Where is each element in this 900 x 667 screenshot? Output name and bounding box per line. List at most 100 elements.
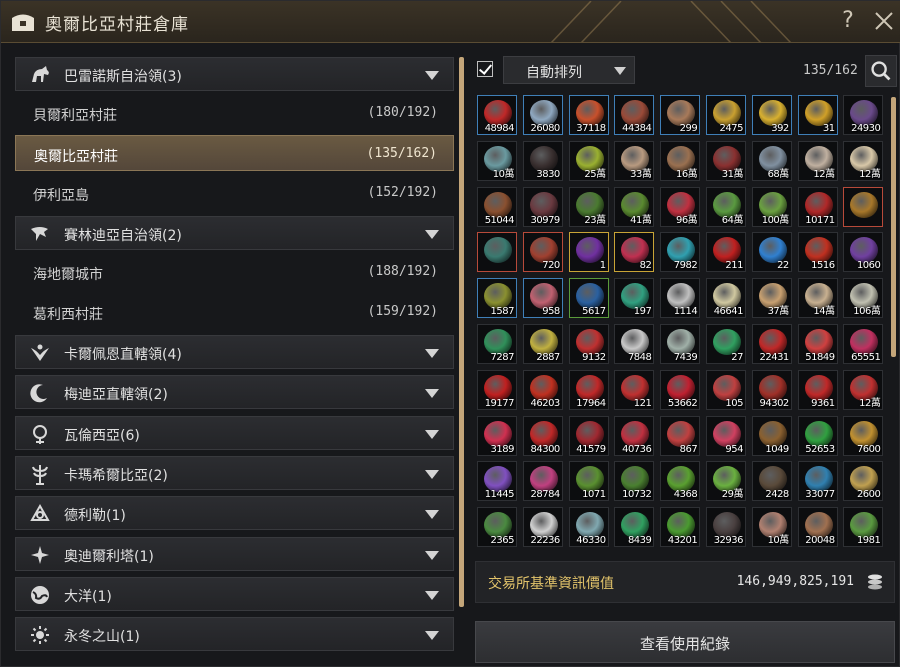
item-slot[interactable]: 720	[522, 232, 563, 273]
item-slot[interactable]: 7982	[660, 232, 701, 273]
item-slot[interactable]: 197	[614, 278, 655, 319]
item-slot[interactable]: 25萬	[568, 140, 609, 181]
item-slot[interactable]: 46330	[568, 507, 609, 548]
item-slot[interactable]: 64萬	[706, 186, 746, 227]
item-slot[interactable]: 12萬	[843, 369, 884, 410]
item-grid-scrollbar[interactable]	[891, 97, 896, 357]
item-slot[interactable]: 5617	[568, 278, 609, 319]
item-slot[interactable]: 41萬	[614, 186, 655, 227]
item-slot[interactable]: 48984	[477, 95, 517, 135]
item-slot[interactable]: 22236	[522, 507, 563, 548]
item-slot[interactable]: 958	[522, 278, 563, 319]
item-slot[interactable]: 1049	[751, 415, 792, 456]
item-slot[interactable]: 33萬	[614, 140, 655, 181]
item-slot[interactable]: 84300	[522, 415, 563, 456]
item-slot[interactable]: 33077	[797, 461, 838, 502]
item-slot[interactable]: 299	[660, 95, 701, 135]
item-slot[interactable]: 1587	[477, 278, 517, 319]
item-slot[interactable]: 211	[706, 232, 746, 273]
item-slot[interactable]	[843, 186, 884, 227]
region-header[interactable]: 永冬之山(1)	[15, 617, 454, 652]
item-slot[interactable]: 1	[568, 232, 609, 273]
item-slot[interactable]: 1060	[843, 232, 884, 273]
item-slot[interactable]: 82	[614, 232, 655, 273]
item-slot[interactable]: 52653	[797, 415, 838, 456]
item-slot[interactable]: 1071	[568, 461, 609, 502]
search-button[interactable]	[865, 55, 897, 87]
item-slot[interactable]: 1114	[660, 278, 701, 319]
region-header[interactable]: 卡瑪希爾比亞(2)	[15, 455, 454, 490]
town-item[interactable]: 葛利西村莊 (159/192)	[15, 294, 454, 330]
item-slot[interactable]: 7287	[477, 324, 517, 364]
item-slot[interactable]: 40736	[614, 415, 655, 456]
item-slot[interactable]: 9132	[568, 324, 609, 364]
item-slot[interactable]: 17964	[568, 369, 609, 410]
item-slot[interactable]: 10171	[797, 186, 838, 227]
region-header[interactable]: 賽林迪亞自治領(2)	[15, 216, 454, 250]
item-slot[interactable]: 65551	[843, 324, 884, 364]
item-slot[interactable]: 94302	[751, 369, 792, 410]
item-slot[interactable]: 2475	[706, 95, 746, 135]
item-slot[interactable]: 43201	[660, 507, 701, 548]
item-slot[interactable]: 30979	[522, 186, 563, 227]
region-header[interactable]: 大洋(1)	[15, 576, 454, 611]
item-slot[interactable]: 96萬	[660, 186, 701, 227]
item-slot[interactable]	[477, 232, 517, 273]
item-slot[interactable]: 8439	[614, 507, 655, 548]
item-slot[interactable]: 51849	[797, 324, 838, 364]
item-slot[interactable]: 11445	[477, 461, 517, 502]
item-slot[interactable]: 7439	[660, 324, 701, 364]
region-header[interactable]: 德利勒(1)	[15, 496, 454, 531]
item-slot[interactable]: 28784	[522, 461, 563, 502]
item-slot[interactable]: 29萬	[706, 461, 746, 502]
item-slot[interactable]: 22431	[751, 324, 792, 364]
item-slot[interactable]: 14萬	[797, 278, 838, 319]
item-slot[interactable]: 1981	[843, 507, 884, 548]
town-item[interactable]: 海地爾城市 (188/192)	[15, 254, 454, 290]
item-slot[interactable]: 867	[660, 415, 701, 456]
item-slot[interactable]: 7848	[614, 324, 655, 364]
item-slot[interactable]: 41579	[568, 415, 609, 456]
town-item[interactable]: 伊利亞島 (152/192)	[15, 175, 454, 211]
item-slot[interactable]: 44384	[614, 95, 655, 135]
item-slot[interactable]: 10萬	[477, 140, 517, 181]
town-item[interactable]: 貝爾利亞村莊 (180/192)	[15, 95, 454, 131]
item-slot[interactable]: 37萬	[751, 278, 792, 319]
item-slot[interactable]: 2365	[477, 507, 517, 548]
help-button[interactable]: ?	[837, 7, 859, 35]
item-slot[interactable]: 31萬	[706, 140, 746, 181]
view-history-button[interactable]: 查看使用紀錄	[475, 621, 895, 663]
item-slot[interactable]: 10732	[614, 461, 655, 502]
region-header[interactable]: 奧迪爾利塔(1)	[15, 536, 454, 571]
item-slot[interactable]: 19177	[477, 369, 517, 410]
item-slot[interactable]: 20048	[797, 507, 838, 548]
item-slot[interactable]: 53662	[660, 369, 701, 410]
item-slot[interactable]: 1516	[797, 232, 838, 273]
item-slot[interactable]: 106萬	[843, 278, 884, 319]
item-slot[interactable]: 392	[751, 95, 792, 135]
item-slot[interactable]: 46641	[706, 278, 746, 319]
item-slot[interactable]: 46203	[522, 369, 563, 410]
item-slot[interactable]: 23萬	[568, 186, 609, 227]
auto-sort-checkbox[interactable]	[477, 61, 493, 77]
item-slot[interactable]: 105	[706, 369, 746, 410]
item-slot[interactable]: 26080	[522, 95, 563, 135]
title-bar[interactable]: 奧爾比亞村莊倉庫 ?	[1, 1, 900, 43]
item-slot[interactable]: 16萬	[660, 140, 701, 181]
region-header[interactable]: 卡爾佩恩直轄領(4)	[15, 335, 454, 369]
item-slot[interactable]: 37118	[568, 95, 609, 135]
item-slot[interactable]: 954	[706, 415, 746, 456]
region-list-scrollbar[interactable]	[459, 57, 464, 607]
item-slot[interactable]: 31	[797, 95, 838, 135]
item-slot[interactable]: 12萬	[843, 140, 884, 181]
item-slot[interactable]: 4368	[660, 461, 701, 502]
item-slot[interactable]: 27	[706, 324, 746, 364]
item-slot[interactable]: 22	[751, 232, 792, 273]
auto-sort-dropdown[interactable]: 自動排列	[503, 56, 635, 84]
item-slot[interactable]: 24930	[843, 95, 884, 135]
item-slot[interactable]: 3830	[522, 140, 563, 181]
item-slot[interactable]: 9361	[797, 369, 838, 410]
item-slot[interactable]: 10萬	[751, 507, 792, 548]
item-slot[interactable]: 2428	[751, 461, 792, 502]
item-slot[interactable]: 12萬	[797, 140, 838, 181]
